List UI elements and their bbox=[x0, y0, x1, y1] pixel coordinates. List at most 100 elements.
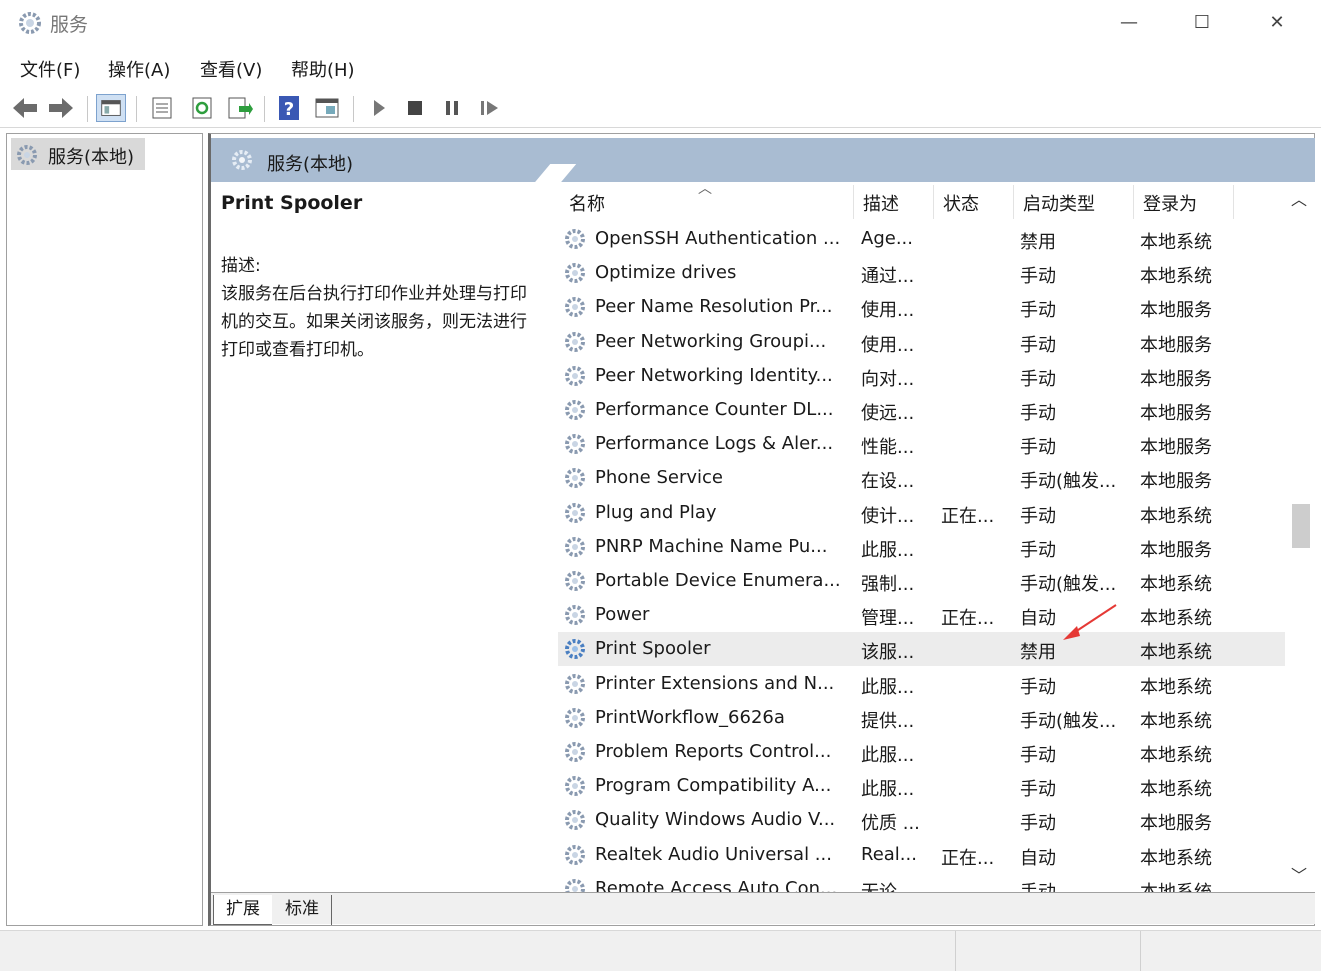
console-tree: 服务(本地) bbox=[6, 133, 203, 926]
maximize-button[interactable]: ☐ bbox=[1174, 6, 1230, 40]
forward-arrow-icon[interactable] bbox=[46, 94, 76, 122]
scroll-down-chevron-icon[interactable]: ﹀ bbox=[1291, 862, 1307, 886]
stop-service-icon[interactable] bbox=[400, 94, 430, 122]
table-row[interactable]: Realtek Audio Universal ... Real... 正在... 自… bbox=[558, 838, 1285, 872]
pause-service-icon[interactable] bbox=[437, 94, 467, 122]
minimize-button[interactable]: — bbox=[1101, 6, 1157, 40]
cell-description: 此服... bbox=[861, 779, 915, 801]
service-gear-icon bbox=[565, 502, 585, 523]
table-row[interactable]: Peer Name Resolution Pr... 使用... 手动 本地服务 bbox=[558, 290, 1285, 324]
table-row[interactable]: Performance Counter DL... 使远... 手动 本地服务 bbox=[558, 393, 1285, 427]
menu-view[interactable]: 查看(V) bbox=[200, 56, 262, 82]
table-row[interactable]: Printer Extensions and N... 此服... 手动 本地系统 bbox=[558, 667, 1285, 701]
cell-description: 此服... bbox=[861, 676, 915, 698]
help-icon[interactable]: ? bbox=[274, 94, 304, 122]
close-button[interactable]: ✕ bbox=[1249, 6, 1305, 40]
cell-description: 优质 ... bbox=[861, 813, 920, 835]
menu-help[interactable]: 帮助(H) bbox=[291, 56, 355, 82]
table-row[interactable]: Portable Device Enumera... 强制... 手动(触发... 本… bbox=[558, 564, 1285, 598]
description-label: 描述: bbox=[221, 256, 261, 276]
cell-name: Portable Device Enumera... bbox=[595, 570, 841, 591]
cell-log-on-as: 本地服务 bbox=[1140, 437, 1212, 459]
scroll-up-chevron-icon[interactable]: ︿ bbox=[1291, 186, 1307, 210]
cell-startup-type: 禁用 bbox=[1020, 642, 1056, 664]
status-bar bbox=[0, 930, 1321, 971]
cell-startup-type: 手动 bbox=[1020, 300, 1056, 322]
cell-startup-type: 手动(触发... bbox=[1020, 471, 1117, 493]
properties-icon[interactable] bbox=[147, 94, 177, 122]
cell-log-on-as: 本地服务 bbox=[1140, 403, 1212, 424]
scroll-thumb[interactable] bbox=[1292, 504, 1310, 548]
column-divider[interactable] bbox=[1133, 185, 1134, 219]
cell-name: OpenSSH Authentication ... bbox=[595, 228, 841, 249]
cell-log-on-as: 本地服务 bbox=[1140, 539, 1212, 561]
cell-log-on-as: 本地服务 bbox=[1140, 813, 1212, 835]
view-icon[interactable] bbox=[312, 94, 342, 122]
start-service-icon[interactable] bbox=[364, 94, 394, 122]
cell-name: Quality Windows Audio V... bbox=[595, 809, 836, 831]
services-gear-icon bbox=[17, 145, 37, 165]
show-hide-console-tree-icon[interactable] bbox=[96, 94, 126, 122]
table-row[interactable]: Peer Networking Identity... 向对... 手动 本地服务 bbox=[558, 359, 1285, 393]
back-arrow-icon[interactable] bbox=[10, 94, 40, 122]
table-row[interactable]: Program Compatibility A... 此服... 手动 本地系统 bbox=[558, 769, 1285, 803]
service-gear-icon bbox=[565, 605, 585, 626]
column-header-description[interactable]: 描述 bbox=[863, 190, 899, 216]
cell-status: 正在... bbox=[941, 505, 995, 527]
resume-service-icon[interactable] bbox=[475, 94, 505, 122]
cell-log-on-as: 本地系统 bbox=[1140, 266, 1212, 288]
table-row[interactable]: Phone Service 在设... 手动(触发... 本地服务 bbox=[558, 461, 1285, 495]
table-row[interactable]: Remote Access Auto Con... 无论... 手动本地系统 bbox=[558, 872, 1285, 892]
cell-name: Printer Extensions and N... bbox=[595, 672, 835, 694]
table-row[interactable]: Performance Logs & Aler... 性能... 手动 本地服务 bbox=[558, 427, 1285, 461]
cell-startup-type: 手动 bbox=[1020, 266, 1056, 288]
column-header-log-on-as[interactable]: 登录为 bbox=[1143, 190, 1197, 216]
toolbar-separator bbox=[353, 96, 354, 122]
cell-log-on-as: 本地服务 bbox=[1140, 334, 1212, 356]
service-gear-icon bbox=[565, 229, 585, 249]
table-row[interactable]: Quality Windows Audio V... 优质 ... 手动 本地服务 bbox=[558, 803, 1285, 837]
tree-item-services-local[interactable]: 服务(本地) bbox=[11, 138, 145, 170]
vertical-scrollbar[interactable]: ︿ ﹀ bbox=[1287, 182, 1315, 892]
table-row[interactable]: PrintWorkflow_6626a 提供... 手动(触发... 本地系统 bbox=[558, 701, 1285, 735]
table-row[interactable]: Optimize drives 通过... 手动 本地系统 bbox=[558, 256, 1285, 290]
export-list-icon[interactable] bbox=[224, 94, 254, 122]
column-divider[interactable] bbox=[853, 185, 854, 219]
menu-action[interactable]: 操作(A) bbox=[108, 56, 170, 82]
table-row[interactable]: PNRP Machine Name Pu... 此服... 手动 本地服务 bbox=[558, 530, 1285, 564]
column-divider[interactable] bbox=[1013, 185, 1014, 219]
cell-name: Optimize drives bbox=[595, 262, 737, 284]
column-header-status[interactable]: 状态 bbox=[943, 190, 979, 216]
cell-log-on-as: 本地系统 bbox=[1140, 878, 1252, 892]
svg-text:?: ? bbox=[284, 99, 294, 120]
cell-name: PrintWorkflow_6626a bbox=[595, 706, 785, 728]
menu-file[interactable]: 文件(F) bbox=[20, 56, 80, 82]
table-row[interactable]: OpenSSH Authentication ... Age... 禁用 本地系统 bbox=[558, 222, 1285, 256]
column-divider[interactable] bbox=[1233, 185, 1234, 219]
table-row[interactable]: Print Spooler 该服... 禁用 本地系统 bbox=[558, 632, 1285, 667]
table-row[interactable]: Problem Reports Control... 此服... 手动 本地系统 bbox=[558, 735, 1285, 769]
column-divider[interactable] bbox=[933, 185, 934, 219]
cell-startup-type: 手动 bbox=[1020, 779, 1056, 801]
description-text: 该服务在后台执行打印作业并处理与打印机的交互。如果关闭该服务，则无法进行打印或查… bbox=[221, 284, 527, 360]
table-row[interactable]: Plug and Play 使计... 正在... 手动 本地系统 bbox=[558, 496, 1285, 530]
cell-name: Phone Service bbox=[595, 467, 724, 489]
cell-description: 在设... bbox=[861, 471, 915, 493]
refresh-icon[interactable] bbox=[187, 94, 217, 122]
tab-extended[interactable]: 扩展 bbox=[213, 895, 272, 925]
service-gear-icon bbox=[565, 571, 585, 591]
column-header-startup-type[interactable]: 启动类型 bbox=[1023, 190, 1095, 216]
table-row[interactable]: Power 管理... 正在... 自动 本地系统 bbox=[558, 598, 1285, 632]
cell-description: 使用... bbox=[861, 300, 915, 322]
cell-name: Print Spooler bbox=[595, 638, 711, 660]
details-pane: 服务(本地) Print Spooler 描述: 该服务在后台执行打印作业并处理… bbox=[208, 133, 1315, 926]
cell-log-on-as: 本地服务 bbox=[1140, 471, 1212, 493]
tab-standard[interactable]: 标准 bbox=[273, 895, 332, 925]
table-row[interactable]: Peer Networking Groupi... 使用... 手动 本地服务 bbox=[558, 325, 1285, 359]
cell-log-on-as: 本地系统 bbox=[1140, 574, 1212, 595]
cell-description: 该服... bbox=[861, 642, 915, 664]
service-gear-icon bbox=[565, 776, 585, 797]
column-header-name[interactable]: 名称 bbox=[569, 190, 605, 216]
cell-log-on-as: 本地系统 bbox=[1140, 745, 1212, 766]
service-gear-icon bbox=[565, 263, 585, 284]
